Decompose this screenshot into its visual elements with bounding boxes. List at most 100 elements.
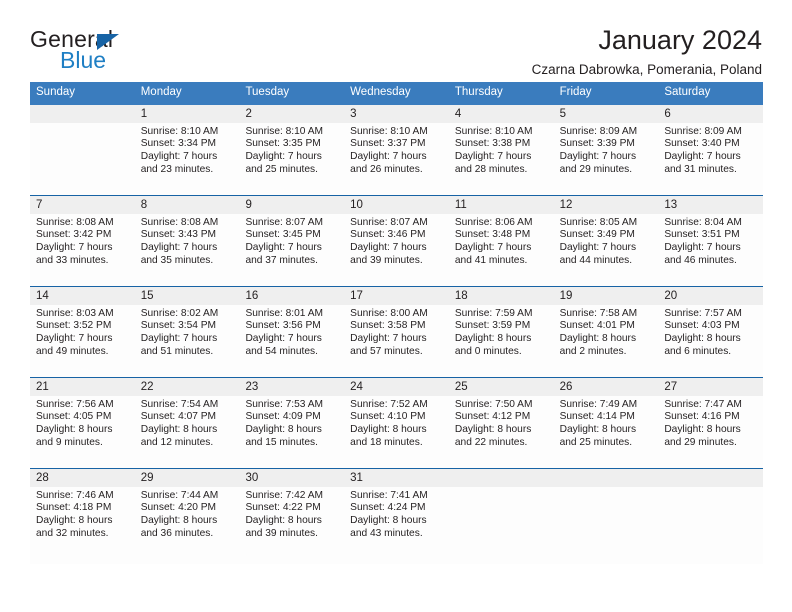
calendar-day-cell[interactable]: 2 Sunrise: 8:10 AM Sunset: 3:35 PM Daylight… (239, 104, 345, 195)
sunrise-text: Sunrise: 7:56 AM (36, 398, 114, 410)
calendar-day-cell[interactable]: 9 Sunrise: 8:07 AM Sunset: 3:45 PM Daylight… (239, 195, 345, 286)
sunset-text: Sunset: 3:58 PM (350, 320, 426, 332)
calendar-day-cell[interactable]: 28 Sunrise: 7:46 AM Sunset: 4:18 PM Dayligh… (30, 468, 135, 564)
general-blue-logo[interactable]: General Blue (30, 26, 160, 78)
sunrise-text: Sunrise: 7:54 AM (140, 398, 219, 410)
sunset-text: Sunset: 3:46 PM (350, 229, 426, 241)
sun-details: Sunrise: 7:50 AM Sunset: 4:12 PM Daylight:… (449, 396, 554, 449)
calendar-day-cell[interactable]: 15 Sunrise: 8:02 AM Sunset: 3:54 PM Dayligh… (134, 286, 240, 377)
daylight-text: Daylight: 7 hours (350, 150, 427, 162)
day-number: 4 (448, 104, 554, 123)
calendar-page: General Blue January 2024 Czarna Dabrowk… (0, 0, 792, 612)
calendar-day-cell[interactable]: 31 Sunrise: 7:41 AM Sunset: 4:24 PM Dayligh… (344, 468, 449, 564)
calendar-day-cell[interactable]: 13 Sunrise: 8:04 AM Sunset: 3:51 PM Dayligh… (658, 195, 764, 286)
day-number: 6 (658, 104, 764, 123)
sunrise-text: Sunrise: 8:00 AM (350, 307, 428, 319)
sunset-text: Sunset: 3:56 PM (245, 320, 321, 332)
sunset-text: Sunset: 4:18 PM (36, 502, 112, 514)
calendar-day-cell[interactable]: 24 Sunrise: 7:52 AM Sunset: 4:10 PM Dayligh… (344, 377, 449, 468)
daylight-text: Daylight: 8 hours (36, 423, 113, 435)
calendar-day-cell[interactable]: 5 Sunrise: 8:09 AM Sunset: 3:39 PM Daylight… (553, 104, 659, 195)
sunrise-text: Sunrise: 8:10 AM (350, 125, 428, 137)
daylight-text: Daylight: 7 hours (140, 332, 218, 344)
day-number: 29 (134, 468, 240, 487)
sunrise-text: Sunrise: 8:04 AM (664, 216, 742, 228)
calendar-day-cell[interactable]: 27 Sunrise: 7:47 AM Sunset: 4:16 PM Dayligh… (658, 377, 764, 468)
calendar-day-cell[interactable]: 21 Sunrise: 7:56 AM Sunset: 4:05 PM Dayligh… (30, 377, 135, 468)
day-number: 26 (553, 377, 659, 396)
calendar-day-cell[interactable]: 3 Sunrise: 8:10 AM Sunset: 3:37 PM Daylight… (344, 104, 449, 195)
calendar-day-cell[interactable]: 18 Sunrise: 7:59 AM Sunset: 3:59 PM Dayligh… (448, 286, 554, 377)
sunset-text: Sunset: 4:20 PM (140, 502, 217, 514)
daylight-text-cont: and 41 minutes. (454, 254, 528, 266)
calendar-day-cell[interactable]: 25 Sunrise: 7:50 AM Sunset: 4:12 PM Dayligh… (448, 377, 554, 468)
sun-details: Sunrise: 7:42 AM Sunset: 4:22 PM Daylight:… (239, 487, 344, 540)
day-number: 21 (30, 377, 135, 396)
sun-details: Sunrise: 8:00 AM Sunset: 3:58 PM Daylight:… (344, 305, 449, 358)
sunrise-text: Sunrise: 7:41 AM (350, 489, 428, 501)
day-number: 14 (30, 286, 135, 305)
sunset-text: Sunset: 4:22 PM (245, 502, 321, 514)
calendar-day-cell[interactable]: 11 Sunrise: 8:06 AM Sunset: 3:48 PM Dayligh… (448, 195, 554, 286)
day-number: 30 (239, 468, 345, 487)
day-number: 23 (239, 377, 345, 396)
calendar-day-cell[interactable]: 8 Sunrise: 8:08 AM Sunset: 3:43 PM Daylight… (134, 195, 240, 286)
calendar-day-cell[interactable]: 29 Sunrise: 7:44 AM Sunset: 4:20 PM Dayligh… (134, 468, 240, 564)
sunset-text: Sunset: 3:37 PM (350, 138, 426, 150)
sunrise-text: Sunrise: 8:09 AM (559, 125, 638, 137)
daylight-text-cont: and 0 minutes. (454, 345, 522, 357)
calendar-day-cell[interactable]: 19 Sunrise: 7:58 AM Sunset: 4:01 PM Dayligh… (553, 286, 659, 377)
daylight-text-cont: and 49 minutes. (36, 345, 109, 357)
sunset-text: Sunset: 3:35 PM (245, 138, 321, 150)
daylight-text-cont: and 29 minutes. (664, 436, 737, 448)
day-number (448, 468, 554, 487)
daylight-text: Daylight: 7 hours (559, 150, 637, 162)
daylight-text-cont: and 43 minutes. (350, 527, 423, 539)
calendar-day-cell[interactable]: 22 Sunrise: 7:54 AM Sunset: 4:07 PM Dayligh… (134, 377, 240, 468)
sunset-text: Sunset: 4:24 PM (350, 502, 426, 514)
daylight-text-cont: and 39 minutes. (245, 527, 318, 539)
sunset-text: Sunset: 3:43 PM (140, 229, 217, 241)
weekday-header-row: Sunday Monday Tuesday Wednesday Thursday… (30, 82, 763, 105)
calendar-grid: Sunday Monday Tuesday Wednesday Thursday… (30, 82, 764, 564)
sunrise-text: Sunrise: 7:57 AM (664, 307, 742, 319)
weekday-header-monday: Monday (140, 86, 182, 98)
calendar-day-cell[interactable]: 26 Sunrise: 7:49 AM Sunset: 4:14 PM Dayligh… (553, 377, 659, 468)
daylight-text-cont: and 54 minutes. (245, 345, 318, 357)
calendar-week-row: 28 Sunrise: 7:46 AM Sunset: 4:18 PM Dayligh… (30, 467, 764, 564)
sunset-text: Sunset: 3:52 PM (36, 320, 112, 332)
sun-details: Sunrise: 8:10 AM Sunset: 3:35 PM Daylight:… (239, 123, 344, 176)
sun-details: Sunrise: 7:46 AM Sunset: 4:18 PM Daylight:… (30, 487, 135, 540)
calendar-day-cell[interactable]: 16 Sunrise: 8:01 AM Sunset: 3:56 PM Dayligh… (239, 286, 345, 377)
day-number: 7 (30, 195, 135, 214)
sun-details: Sunrise: 8:10 AM Sunset: 3:37 PM Daylight:… (344, 123, 449, 176)
sun-details: Sunrise: 7:47 AM Sunset: 4:16 PM Daylight:… (658, 396, 763, 449)
calendar-day-cell[interactable]: 17 Sunrise: 8:00 AM Sunset: 3:58 PM Dayligh… (344, 286, 449, 377)
daylight-text: Daylight: 8 hours (36, 514, 113, 526)
calendar-day-cell[interactable]: 7 Sunrise: 8:08 AM Sunset: 3:42 PM Daylight… (30, 195, 135, 286)
calendar-week-row: 14 Sunrise: 8:03 AM Sunset: 3:52 PM Dayligh… (30, 285, 764, 377)
calendar-day-cell[interactable]: 4 Sunrise: 8:10 AM Sunset: 3:38 PM Daylight… (448, 104, 554, 195)
calendar-day-cell[interactable]: 23 Sunrise: 7:53 AM Sunset: 4:09 PM Dayligh… (239, 377, 345, 468)
weekday-header-tuesday: Tuesday (245, 86, 290, 98)
daylight-text: Daylight: 7 hours (350, 332, 427, 344)
logo-text-blue: Blue (60, 47, 107, 73)
calendar-day-cell[interactable]: 30 Sunrise: 7:42 AM Sunset: 4:22 PM Dayligh… (239, 468, 345, 564)
calendar-day-cell[interactable]: 20 Sunrise: 7:57 AM Sunset: 4:03 PM Dayligh… (658, 286, 764, 377)
daylight-text-cont: and 39 minutes. (350, 254, 423, 266)
sunrise-text: Sunrise: 7:47 AM (664, 398, 742, 410)
calendar-day-cell[interactable]: 6 Sunrise: 8:09 AM Sunset: 3:40 PM Daylight… (658, 104, 764, 195)
day-number: 28 (30, 468, 135, 487)
title-block: January 2024 Czarna Dabrowka, Pomerania,… (532, 25, 762, 77)
daylight-text: Daylight: 7 hours (350, 241, 427, 253)
daylight-text-cont: and 15 minutes. (245, 436, 318, 448)
sunrise-text: Sunrise: 8:08 AM (140, 216, 219, 228)
sunrise-text: Sunrise: 7:49 AM (559, 398, 638, 410)
daylight-text: Daylight: 7 hours (245, 241, 322, 253)
daylight-text: Daylight: 8 hours (140, 514, 218, 526)
calendar-day-cell[interactable]: 1 Sunrise: 8:10 AM Sunset: 3:34 PM Daylight… (134, 104, 240, 195)
calendar-day-cell[interactable]: 12 Sunrise: 8:05 AM Sunset: 3:49 PM Dayligh… (553, 195, 659, 286)
calendar-day-cell[interactable]: 10 Sunrise: 8:07 AM Sunset: 3:46 PM Dayligh… (344, 195, 449, 286)
calendar-day-cell[interactable]: 14 Sunrise: 8:03 AM Sunset: 3:52 PM Dayligh… (30, 286, 135, 377)
sun-details: Sunrise: 8:08 AM Sunset: 3:42 PM Daylight:… (30, 214, 135, 267)
